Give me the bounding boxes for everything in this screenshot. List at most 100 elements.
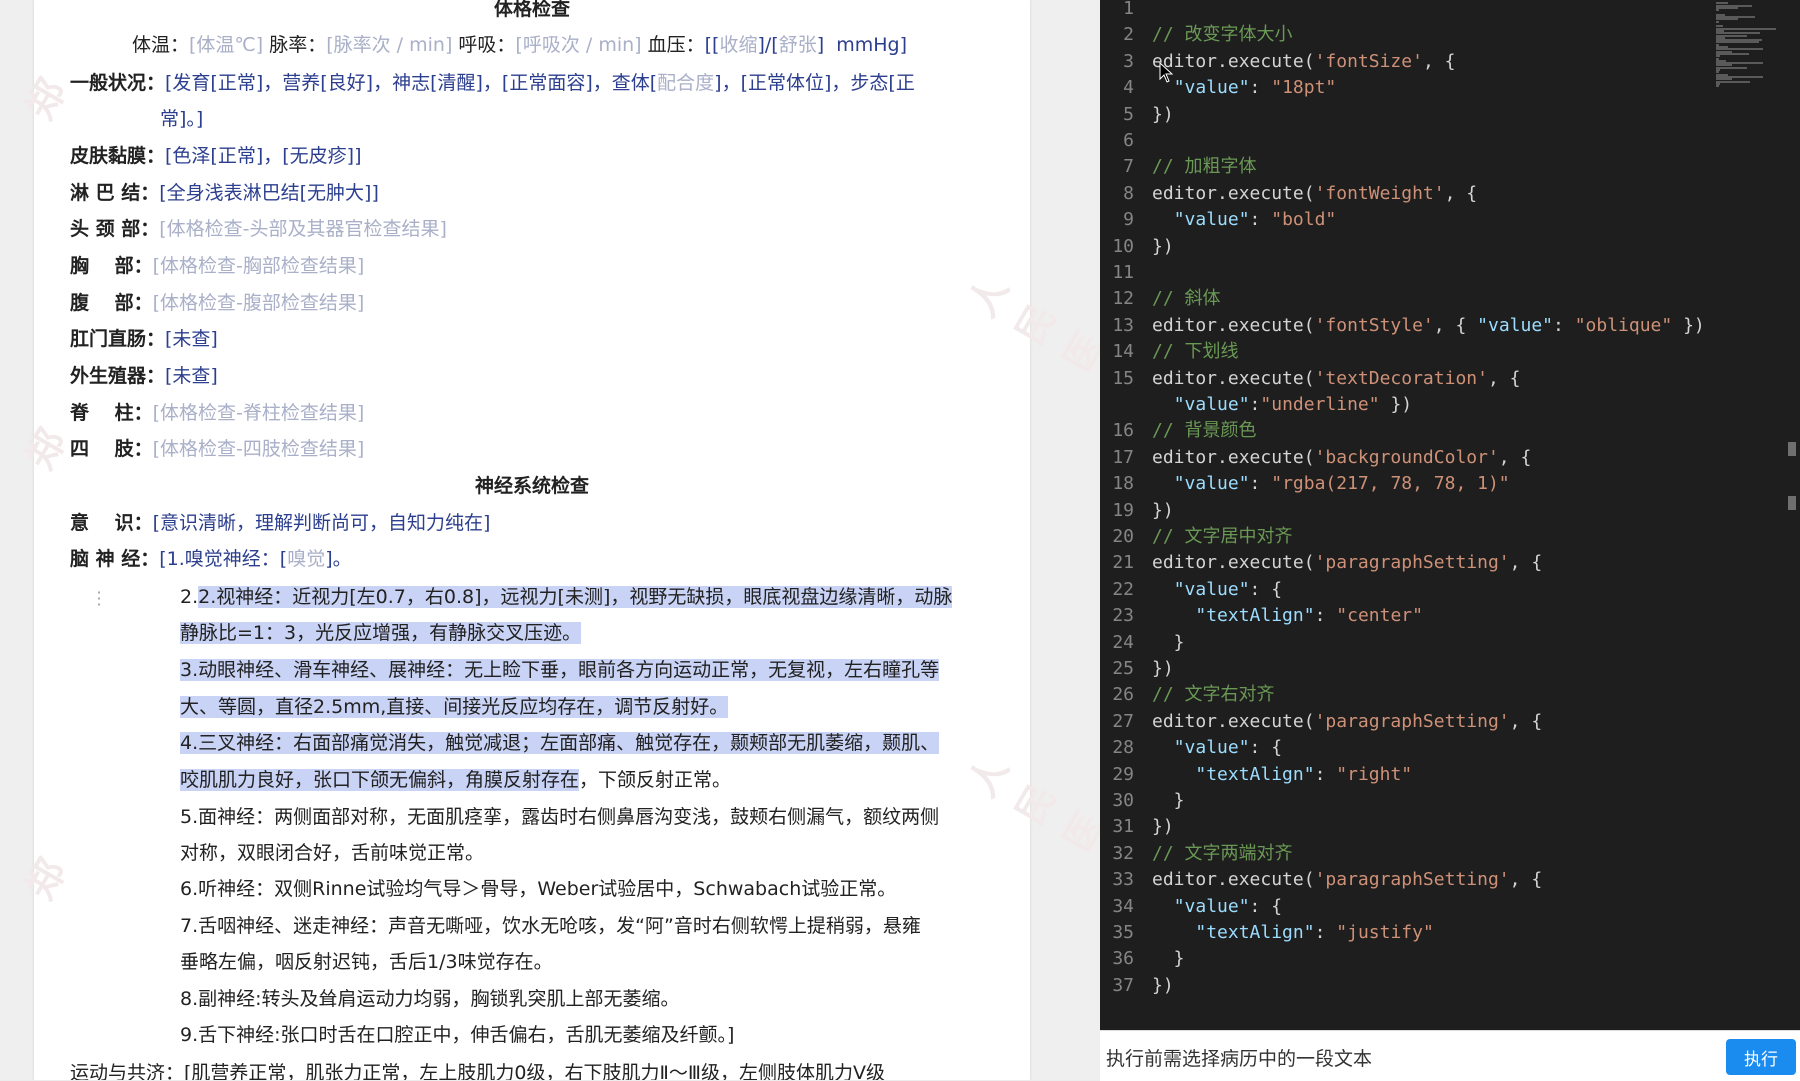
pulse-field[interactable]: [脉率次 / min]	[326, 34, 452, 56]
consciousness-line[interactable]: 意 识：[意识清晰，理解判断尚可，自知力纯在]	[70, 510, 490, 536]
code-line[interactable]: 13 editor.execute('fontStyle', { "value":…	[1100, 313, 1790, 339]
cooperation-field[interactable]: 配合度	[657, 72, 714, 94]
code-text[interactable]: "value": "bold"	[1152, 207, 1337, 233]
abdomen-value[interactable]: [体格检查-腹部检查结果]	[153, 292, 365, 314]
chest-line[interactable]: 胸 部：[体格检查-胸部检查结果]	[70, 253, 364, 279]
code-text[interactable]: editor.execute('textDecoration', {	[1152, 366, 1520, 392]
code-text[interactable]: editor.execute('paragraphSetting', {	[1152, 709, 1542, 735]
anus-line[interactable]: 肛门直肠：[未查]	[70, 326, 218, 352]
code-text[interactable]: "value": "18pt"	[1152, 75, 1337, 101]
cn12-line[interactable]: 9.舌下神经:张口时舌在口腔正中，伸舌偏右，舌肌无萎缩及纤颤。]	[180, 1022, 734, 1048]
code-text[interactable]: editor.execute('fontSize', {	[1152, 49, 1455, 75]
code-line[interactable]: 14 // 下划线	[1100, 339, 1790, 365]
code-text[interactable]: "textAlign": "right"	[1152, 762, 1412, 788]
general-value[interactable]: [发育[正常]，营养[良好]，神志[清醒]，[正常面容]，查体[	[165, 72, 657, 94]
general-value[interactable]: 常]。]	[160, 108, 203, 130]
bp-diastolic-field[interactable]: 舒张	[779, 34, 817, 56]
code-line[interactable]: 8 editor.execute('fontWeight', {	[1100, 181, 1790, 207]
cn5-line[interactable]: 4.三叉神经：右面部痛觉消失，触觉减退；左面部痛、触觉存在，颞颊部无肌萎缩，颞肌…	[180, 730, 940, 756]
code-text[interactable]: editor.execute('fontWeight', {	[1152, 181, 1477, 207]
cn8-line[interactable]: 6.听神经：双侧Rinne试验均气导＞骨导，Weber试验居中，Schwabac…	[180, 876, 896, 902]
code-line[interactable]: 10})	[1100, 234, 1790, 260]
selected-text[interactable]: 3.动眼神经、滑车神经、展神经：无上睑下垂，眼前各方向运动正常，无复视，左右瞳孔…	[180, 659, 940, 681]
code-text[interactable]: })	[1152, 234, 1174, 260]
cn12-text[interactable]: 9.舌下神经:张口时舌在口腔正中，伸舌偏右，舌肌无萎缩及纤颤。]	[180, 1024, 734, 1046]
code-text[interactable]: })	[1152, 498, 1174, 524]
genital-line[interactable]: 外生殖器：[未查]	[70, 363, 218, 389]
cranial-line[interactable]: 脑 神 经：[1.嗅觉神经：[嗅觉]。	[70, 546, 352, 572]
drag-handle-icon[interactable]: · · ·	[96, 585, 102, 613]
cn9-text[interactable]: 7.舌咽神经、迷走神经：声音无嘶哑，饮水无呛咳，发“阿”音时右侧软愕上提稍弱，悬…	[180, 915, 921, 937]
code-text[interactable]: // 改变字体大小	[1152, 22, 1293, 48]
code-line[interactable]: 32 // 文字两端对齐	[1100, 841, 1790, 867]
code-text[interactable]: // 加粗字体	[1152, 154, 1257, 180]
cn11-text[interactable]: 8.副神经:转头及耸肩运动力均弱，胸锁乳突肌上部无萎缩。	[180, 988, 680, 1010]
cn2-line-cont[interactable]: 静脉比=1：3，光反应增强，有静脉交叉压迹。	[180, 620, 582, 646]
code-line[interactable]: 29 "textAlign": "right"	[1100, 762, 1790, 788]
selected-text[interactable]: 静脉比=1：3，光反应增强，有静脉交叉压迹。	[180, 622, 582, 644]
code-text[interactable]: }	[1152, 630, 1185, 656]
code-text[interactable]: })	[1152, 973, 1174, 999]
code-text[interactable]: // 文字两端对齐	[1152, 841, 1293, 867]
general-line[interactable]: 一般状况：[发育[正常]，营养[良好]，神志[清醒]，[正常面容]，查体[配合度…	[70, 70, 915, 96]
motor-line[interactable]: 运动与共济：[肌营养正常，肌张力正常，左上肢肌力0级，右下肢肌力Ⅱ～Ⅲ级，左侧肢…	[70, 1060, 885, 1080]
code-line[interactable]: 3 editor.execute('fontSize', {	[1100, 49, 1790, 75]
cn7-line[interactable]: 5.面神经：两侧面部对称，无面肌痉挛，露齿时右侧鼻唇沟变浅，鼓颊右侧漏气，额纹两…	[180, 804, 939, 830]
code-line[interactable]: 19})	[1100, 498, 1790, 524]
cranial-value[interactable]: ]。	[325, 548, 351, 570]
limbs-line[interactable]: 四 肢：[体格检查-四肢检查结果]	[70, 436, 364, 462]
code-line[interactable]: 1	[1100, 0, 1790, 22]
selected-text[interactable]: 大、等圆，直径2.5mm,直接、间接光反应均存在，调节反射好。	[180, 696, 729, 718]
code-line[interactable]: 5})	[1100, 102, 1790, 128]
head-line[interactable]: 头 颈 部：[体格检查-头部及其器官检查结果]	[70, 216, 447, 242]
cn5-line-cont[interactable]: 咬肌肌力良好，张口下颌无偏斜，角膜反射存在，下颌反射正常。	[180, 767, 731, 793]
code-line[interactable]: 17 editor.execute('backgroundColor', {	[1100, 445, 1790, 471]
anus-value[interactable]: [未查]	[165, 328, 218, 350]
code-line[interactable]: 37})	[1100, 973, 1790, 999]
code-line[interactable]: 4 "value": "18pt"	[1100, 75, 1790, 101]
cn9-text[interactable]: 垂略左偏，咽反射迟钝，舌后1/3味觉存在。	[180, 951, 553, 973]
cn3-line-cont[interactable]: 大、等圆，直径2.5mm,直接、间接光反应均存在，调节反射好。	[180, 694, 729, 720]
limbs-value[interactable]: [体格检查-四肢检查结果]	[153, 438, 365, 460]
code-text[interactable]: // 下划线	[1152, 339, 1239, 365]
cn9-line-cont[interactable]: 垂略左偏，咽反射迟钝，舌后1/3味觉存在。	[180, 949, 553, 975]
cn8-text[interactable]: 6.听神经：双侧Rinne试验均气导＞骨导，Weber试验居中，Schwabac…	[180, 878, 896, 900]
bp-systolic-field[interactable]: 收缩	[719, 34, 757, 56]
code-text[interactable]: "value": {	[1152, 577, 1282, 603]
scrollbar-marker[interactable]	[1788, 442, 1796, 456]
code-text[interactable]: })	[1152, 102, 1174, 128]
general-value[interactable]: ]，[正常体位]，步态[正	[714, 72, 915, 94]
skin-value[interactable]: [色泽[正常]，[无皮疹]]	[165, 145, 361, 167]
minimap[interactable]	[1716, 0, 1786, 90]
code-line[interactable]: "value":"underline" })	[1100, 392, 1790, 418]
cn11-line[interactable]: 8.副神经:转头及耸肩运动力均弱，胸锁乳突肌上部无萎缩。	[180, 986, 680, 1012]
code-line[interactable]: 6	[1100, 128, 1790, 154]
code-text[interactable]: editor.execute('backgroundColor', {	[1152, 445, 1531, 471]
code-line[interactable]: 16 // 背景颜色	[1100, 418, 1790, 444]
code-line[interactable]: 28 "value": {	[1100, 735, 1790, 761]
vitals-line[interactable]: 体温：[体温℃] 脉率：[脉率次 / min] 呼吸：[呼吸次 / min] 血…	[132, 32, 907, 58]
code-line[interactable]: 7 // 加粗字体	[1100, 154, 1790, 180]
temp-field[interactable]: [体温℃]	[189, 34, 263, 56]
code-line[interactable]: 27 editor.execute('paragraphSetting', {	[1100, 709, 1790, 735]
general-line-cont[interactable]: 常]。]	[160, 106, 203, 132]
code-line[interactable]: 35 "textAlign": "justify"	[1100, 920, 1790, 946]
code-text[interactable]: }	[1152, 946, 1185, 972]
code-line[interactable]: 24 }	[1100, 630, 1790, 656]
resp-field[interactable]: [呼吸次 / min]	[515, 34, 641, 56]
code-text[interactable]: editor.execute('fontStyle', { "value": "…	[1152, 313, 1705, 339]
cn7-text[interactable]: 5.面神经：两侧面部对称，无面肌痉挛，露齿时右侧鼻唇沟变浅，鼓颊右侧漏气，额纹两…	[180, 806, 939, 828]
code-text[interactable]: "value": {	[1152, 735, 1282, 761]
cranial-value[interactable]: [1.嗅觉神经：[	[159, 548, 287, 570]
code-line[interactable]: 18 "value": "rgba(217, 78, 78, 1)"	[1100, 471, 1790, 497]
cn2-line[interactable]: 2.2.视神经：近视力[左0.7，右0.8]，远视力[未测]，视野无缺损，眼底视…	[180, 584, 953, 610]
selected-text[interactable]: 4.三叉神经：右面部痛觉消失，触觉减退；左面部痛、触觉存在，颞颊部无肌萎缩，颞肌…	[180, 732, 940, 754]
abdomen-line[interactable]: 腹 部：[体格检查-腹部检查结果]	[70, 290, 364, 316]
code-line[interactable]: 33 editor.execute('paragraphSetting', {	[1100, 867, 1790, 893]
code-line[interactable]: 21 editor.execute('paragraphSetting', {	[1100, 550, 1790, 576]
code-text[interactable]: })	[1152, 656, 1174, 682]
code-text[interactable]: "value": {	[1152, 894, 1282, 920]
genital-value[interactable]: [未查]	[165, 365, 218, 387]
run-button[interactable]: 执行	[1726, 1039, 1796, 1075]
code-line[interactable]: 26 // 文字右对齐	[1100, 682, 1790, 708]
